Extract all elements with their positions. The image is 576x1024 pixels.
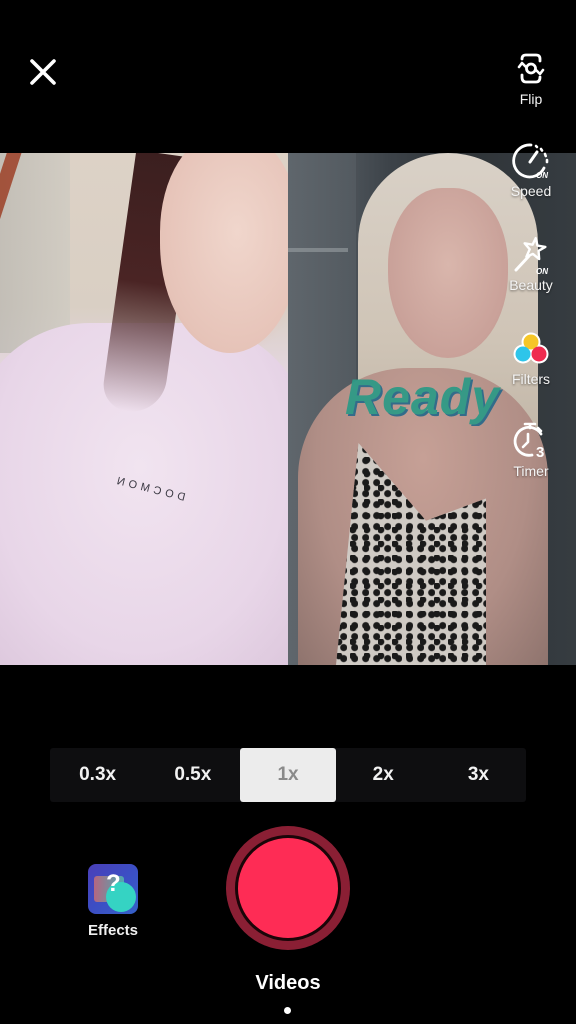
original-video-panel: DOCMON	[0, 153, 288, 665]
close-button[interactable]	[26, 55, 60, 89]
mode-indicator-dot	[284, 1007, 291, 1014]
speed-badge: ON	[536, 171, 548, 180]
timer-badge: 3	[536, 444, 544, 461]
speed-option-2x[interactable]: 2x	[336, 748, 431, 802]
flip-camera-icon	[517, 53, 545, 84]
magic-wand-icon: ON	[514, 236, 548, 276]
beauty-label: Beauty	[509, 277, 553, 293]
close-icon	[30, 59, 56, 85]
effects-label: Effects	[87, 922, 139, 939]
timer-button[interactable]: 3 Timer	[486, 420, 576, 479]
speed-label: Speed	[510, 183, 552, 199]
speed-option-0.5x[interactable]: 0.5x	[145, 748, 240, 802]
speed-selector: 0.3x 0.5x 1x 2x 3x	[50, 748, 526, 802]
beauty-badge: ON	[536, 267, 548, 276]
record-button[interactable]	[226, 826, 350, 950]
speed-gauge-icon: ON	[512, 143, 549, 180]
timer-icon: 3	[513, 422, 544, 461]
record-core	[238, 838, 338, 938]
flip-button[interactable]: Flip	[486, 48, 576, 107]
ready-overlay-text: Ready	[345, 369, 501, 425]
timer-label: Timer	[513, 463, 549, 479]
speed-option-0.3x[interactable]: 0.3x	[50, 748, 145, 802]
effects-button[interactable]: ? Effects	[80, 864, 146, 939]
mode-tab-videos[interactable]: Videos	[0, 972, 576, 995]
filters-button[interactable]: Filters	[486, 328, 576, 387]
question-mark-glyph: ?	[106, 870, 121, 897]
beauty-button[interactable]: ON Beauty	[486, 234, 576, 293]
filters-icon	[513, 332, 549, 364]
speed-option-1x[interactable]: 1x	[240, 748, 336, 802]
speed-button[interactable]: ON Speed	[486, 140, 576, 199]
filters-label: Filters	[511, 371, 551, 387]
flip-label: Flip	[519, 91, 543, 107]
effects-thumbnail-icon: ?	[88, 864, 138, 914]
speed-option-3x[interactable]: 3x	[431, 748, 526, 802]
